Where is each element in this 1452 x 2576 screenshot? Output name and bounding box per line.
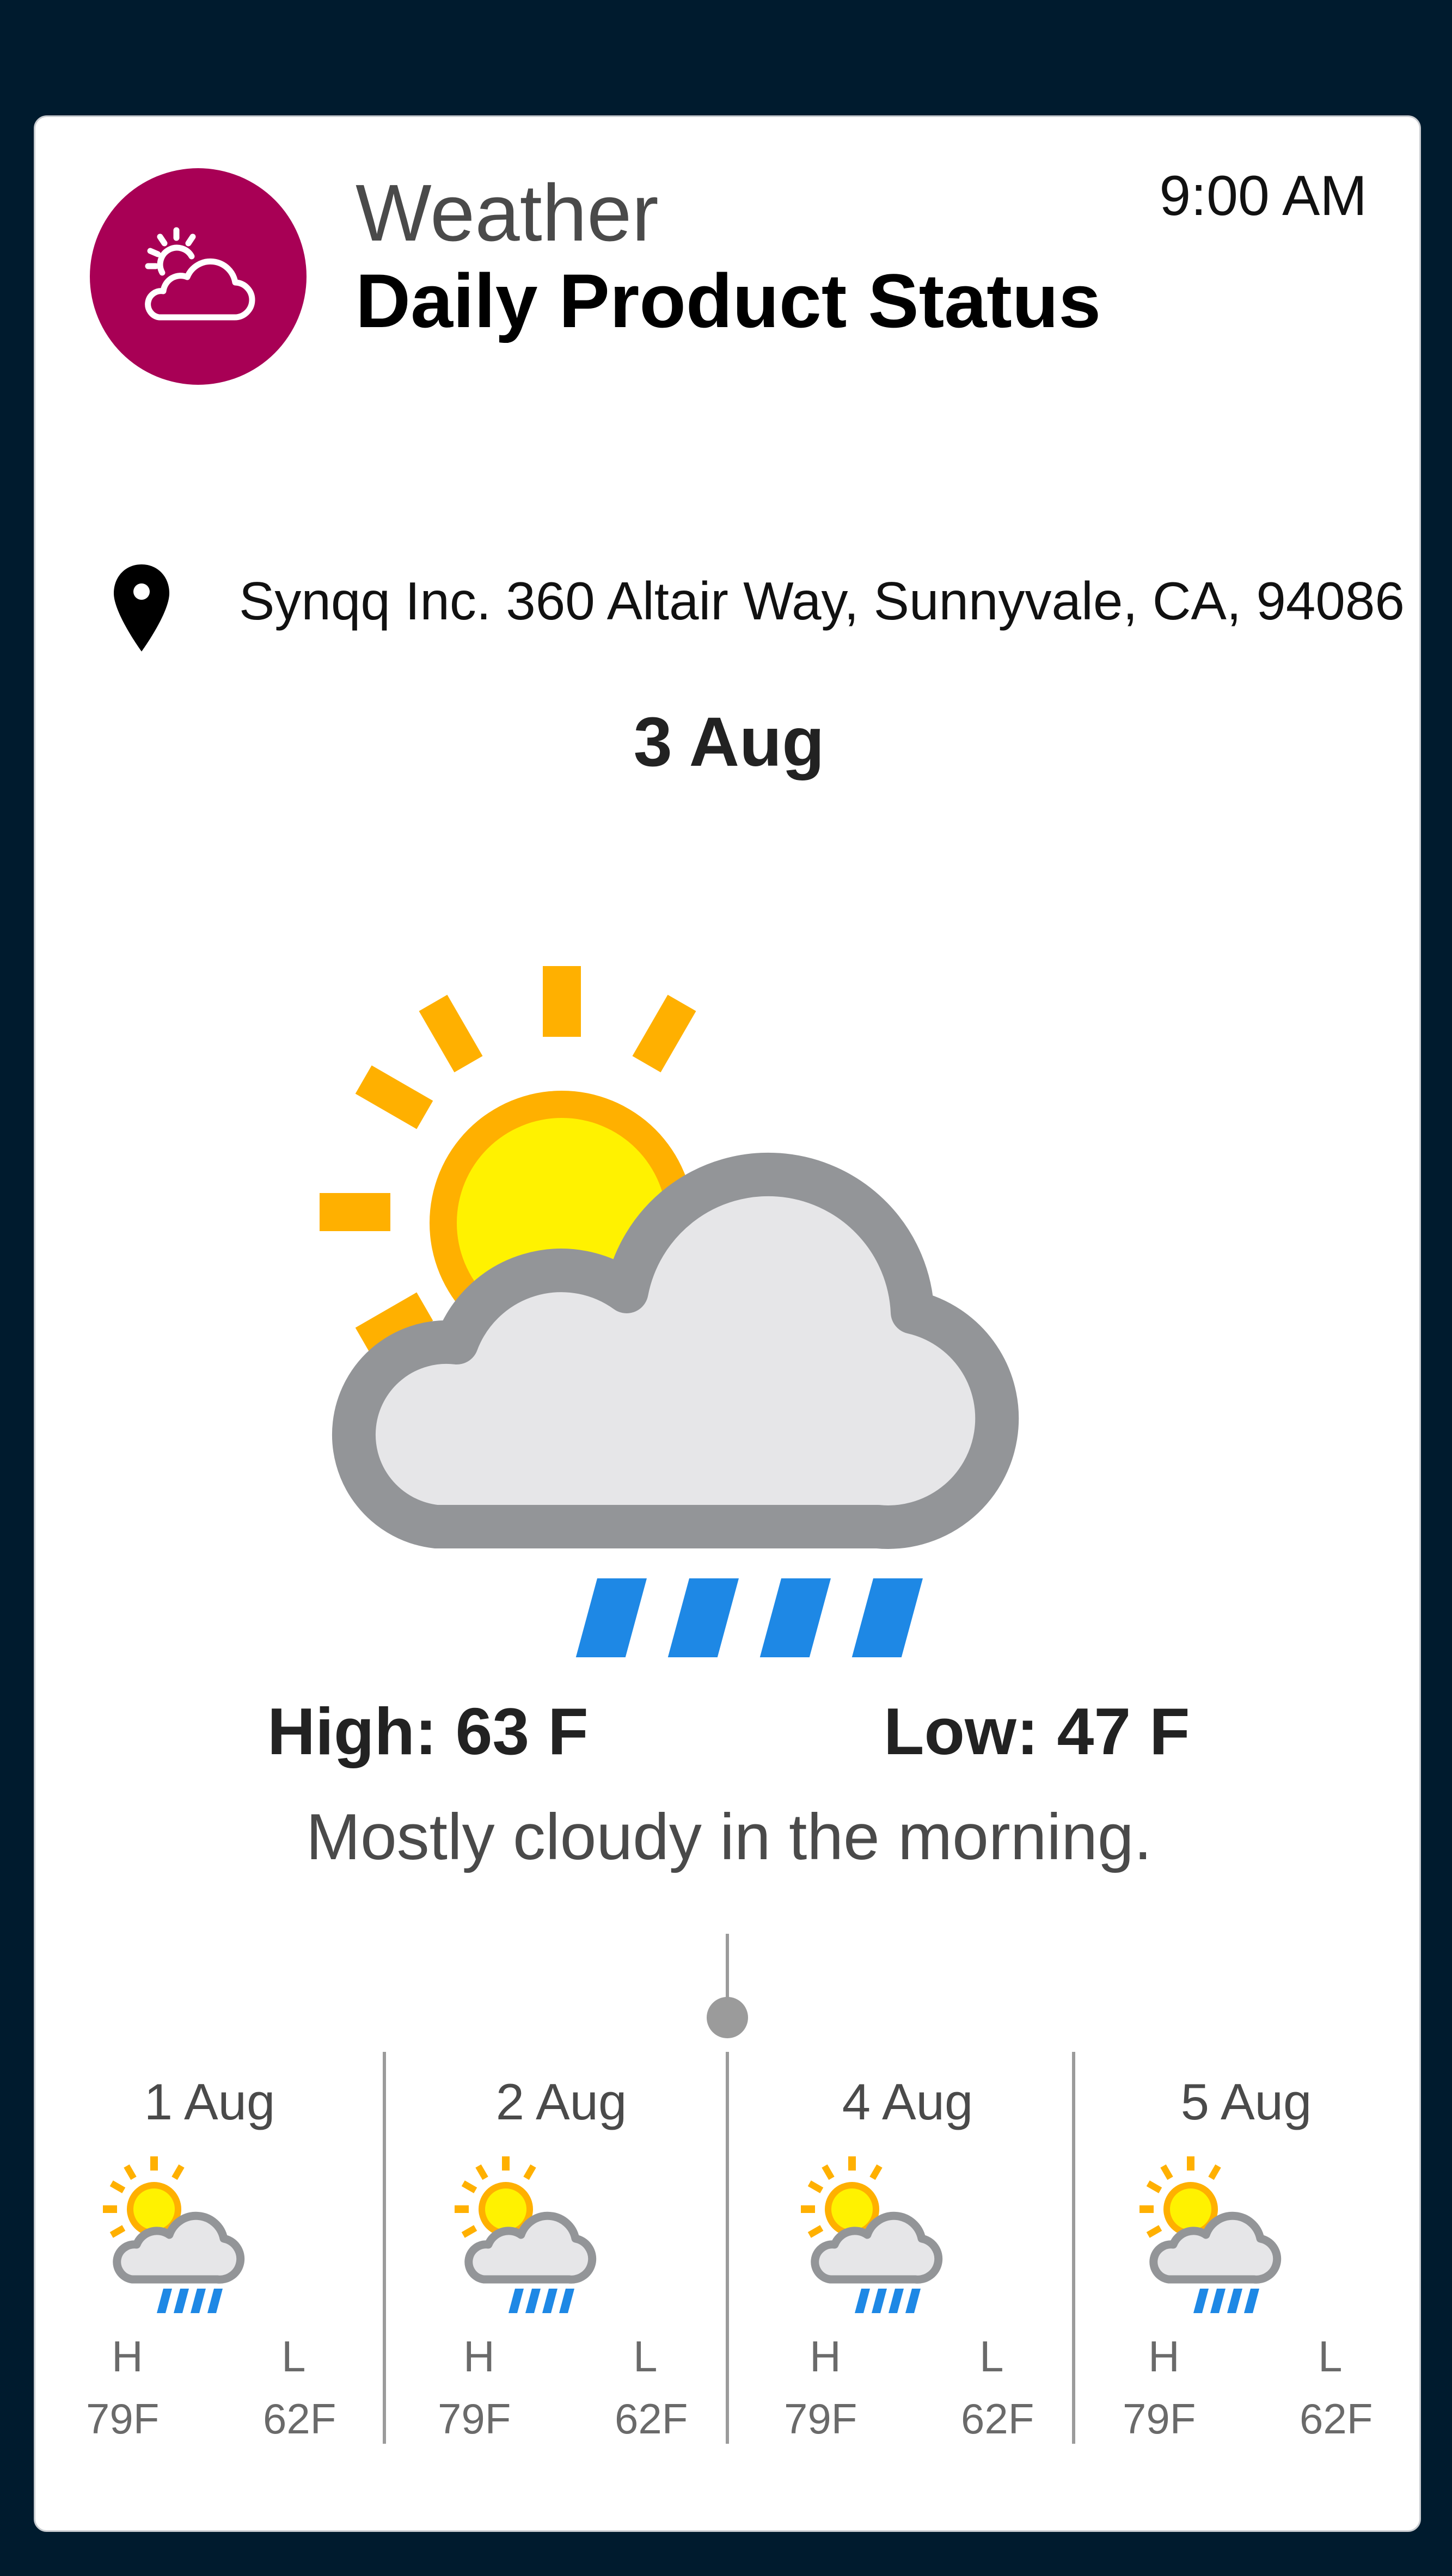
partly-cloudy-rain-icon bbox=[320, 966, 1019, 1657]
forecast-day-3[interactable]: 4 Aug H L 79F 62F bbox=[733, 2052, 1082, 2444]
forecast-date: 4 Aug bbox=[842, 2073, 973, 2130]
forecast-date: 1 Aug bbox=[144, 2073, 275, 2130]
low-value: 62F bbox=[961, 2395, 1034, 2443]
forecast-date: 5 Aug bbox=[1180, 2073, 1312, 2130]
sun-cloud-icon bbox=[145, 227, 255, 321]
selected-day-marker-dot[interactable] bbox=[707, 1997, 748, 2038]
app-title: Weather bbox=[356, 168, 659, 258]
low-value: 62F bbox=[615, 2395, 688, 2443]
low-value: 62F bbox=[263, 2395, 336, 2443]
partly-cloudy-rain-icon bbox=[801, 2156, 943, 2313]
high-temperature: High: 63 F bbox=[267, 1694, 589, 1768]
page-subtitle: Daily Product Status bbox=[356, 258, 1101, 343]
low-label: L bbox=[633, 2332, 658, 2381]
forecast-strip: 1 Aug H L 79F 62F 2 Aug H L 79F 62F 4 Au… bbox=[35, 2052, 1423, 2444]
high-value: 79F bbox=[86, 2395, 160, 2443]
forecast-day-1[interactable]: 1 Aug H L 79F 62F bbox=[35, 2052, 384, 2444]
high-value: 79F bbox=[438, 2395, 511, 2443]
location-address: Synqq Inc. 360 Altair Way, Sunnyvale, CA… bbox=[239, 571, 1405, 631]
low-temperature: Low: 47 F bbox=[884, 1694, 1190, 1768]
high-value: 79F bbox=[784, 2395, 857, 2443]
forecast-date: 2 Aug bbox=[495, 2073, 627, 2130]
day-divider bbox=[383, 2052, 386, 2444]
high-label: H bbox=[112, 2332, 143, 2381]
high-label: H bbox=[810, 2332, 841, 2381]
low-value: 62F bbox=[1300, 2395, 1373, 2443]
partly-cloudy-rain-icon bbox=[1139, 2156, 1282, 2313]
weather-app-icon bbox=[90, 168, 307, 385]
partly-cloudy-rain-icon bbox=[455, 2156, 597, 2313]
high-value: 79F bbox=[1123, 2395, 1196, 2443]
day-divider bbox=[726, 2052, 729, 2444]
low-label: L bbox=[281, 2332, 306, 2381]
forecast-day-4[interactable]: 5 Aug H L 79F 62F bbox=[1072, 2052, 1420, 2444]
current-time: 9:00 AM bbox=[1159, 164, 1367, 228]
low-label: L bbox=[1318, 2332, 1343, 2381]
low-label: L bbox=[979, 2332, 1004, 2381]
weather-card: Weather Daily Product Status 9:00 AM Syn… bbox=[34, 115, 1421, 2532]
map-pin-icon bbox=[114, 564, 169, 651]
high-label: H bbox=[463, 2332, 495, 2381]
weather-description: Mostly cloudy in the morning. bbox=[305, 1800, 1153, 1873]
selected-date: 3 Aug bbox=[633, 703, 825, 781]
forecast-day-2[interactable]: 2 Aug H L 79F 62F bbox=[387, 2052, 736, 2444]
partly-cloudy-rain-icon bbox=[103, 2156, 245, 2313]
high-label: H bbox=[1148, 2332, 1180, 2381]
